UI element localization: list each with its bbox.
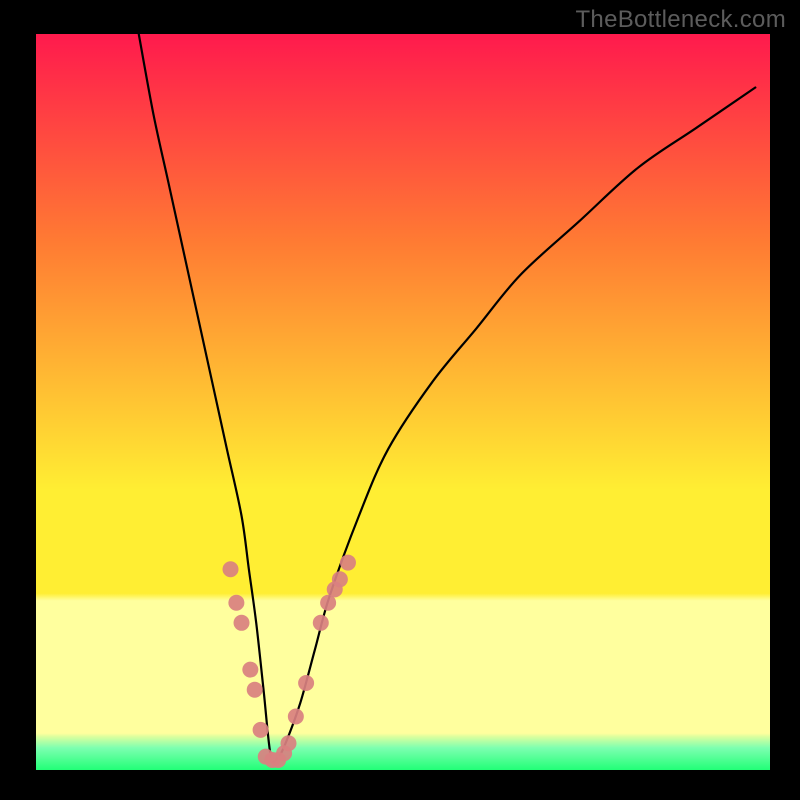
highlight-point [280, 735, 296, 751]
highlight-point [253, 722, 269, 738]
plot-background [36, 34, 770, 770]
highlight-point [247, 682, 263, 698]
highlight-point [313, 615, 329, 631]
highlight-point [332, 571, 348, 587]
highlight-point [340, 555, 356, 571]
highlight-point [298, 675, 314, 691]
watermark-text: TheBottleneck.com [575, 6, 786, 34]
highlight-point [223, 561, 239, 577]
bottleneck-chart [0, 0, 800, 800]
highlight-point [288, 708, 304, 724]
highlight-point [228, 595, 244, 611]
chart-container: TheBottleneck.com [0, 0, 800, 800]
highlight-point [242, 662, 258, 678]
highlight-point [234, 615, 250, 631]
